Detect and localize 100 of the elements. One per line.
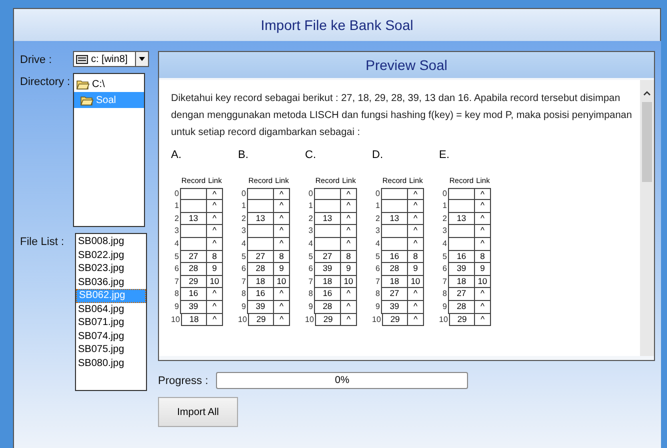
file-item[interactable]: SB075.jpg [76,343,146,356]
table-cell: ^ [274,238,290,251]
table-cell [448,200,475,213]
table-cell: ^ [206,212,223,226]
file-item[interactable]: SB022.jpg [76,248,146,262]
row-index: 7 [442,276,448,288]
table-cell: 16 [180,288,207,301]
file-item[interactable]: SB074.jpg [76,330,146,343]
option-letter: C. [305,149,317,163]
table-cell: ^ [206,288,223,301]
table-cell: 29 [180,276,207,288]
table-cell: ^ [474,212,491,226]
table-cell: ^ [274,188,290,200]
row-index: 10 [238,314,248,326]
table-cell: ^ [408,314,424,326]
table-cell [381,238,408,251]
table-cell: ^ [207,314,223,326]
table-cell [180,188,207,200]
table-cell: ^ [475,314,491,326]
table-cell [448,188,475,200]
folder-icon [76,78,90,90]
table-cell: 16 [247,288,274,301]
table-cell: ^ [340,288,357,301]
table-cell [381,188,408,200]
row-index: 9 [374,300,381,313]
table-cell: 8 [408,250,424,264]
table-cell: ^ [206,188,223,200]
table-cell: ^ [274,288,290,301]
option-letter: B. [238,149,250,163]
table-cell: 18 [314,276,341,288]
row-index: 2 [174,212,180,225]
directory-item[interactable]: C:\ [74,76,144,92]
table-cell: 13 [247,212,274,226]
row-index: 4 [374,238,381,250]
table-cell: 18 [448,276,475,288]
scroll-thumb[interactable] [642,102,652,182]
table-cell: 18 [247,276,274,288]
table-cell: 29 [448,314,476,326]
row-index: 10 [439,314,449,326]
row-index: 1 [174,200,180,212]
row-index: 2 [308,212,314,225]
row-index: 4 [240,238,247,250]
table-cell: 27 [381,288,408,301]
table-cell: 27 [180,250,207,264]
table-cell: 39 [381,300,408,314]
row-index: 9 [308,300,314,313]
table-cell: 27 [448,288,475,301]
row-index: 2 [240,212,247,225]
row-index: 5 [308,250,314,263]
table-cell: 29 [314,314,342,326]
row-index: 5 [174,250,180,263]
drive-dropdown[interactable]: c: [win8] [73,51,149,67]
file-item[interactable]: SB080.jpg [76,356,146,370]
file-item[interactable]: SB064.jpg [76,302,146,316]
table-cell: 8 [274,250,290,264]
table-cell: 16 [381,250,408,264]
row-index: 0 [174,188,180,200]
table-cell: 39 [180,300,207,314]
table-cell: 27 [314,250,341,264]
table-cell: ^ [408,238,424,251]
row-index: 5 [374,250,381,263]
row-index: 5 [240,250,247,263]
row-index: 10 [305,314,315,326]
file-list-label: File List : [20,235,66,250]
row-index: 2 [374,212,381,225]
row-index: 4 [174,238,180,250]
row-index: 9 [240,300,247,313]
scrollbar[interactable] [640,80,654,356]
table-cell: 28 [381,263,408,276]
table-cell: ^ [274,212,290,226]
table-cell: ^ [206,238,223,251]
table-cell: 39 [448,263,475,276]
table-cell: 29 [248,314,274,326]
table-cell: ^ [474,200,491,213]
row-index: 8 [442,288,448,300]
table-cell [180,200,207,213]
row-index: 1 [442,200,448,212]
table-cell: ^ [274,200,290,213]
table-cell: 13 [381,212,408,226]
caret-icon[interactable] [135,52,148,66]
file-item[interactable]: SB008.jpg [76,235,146,248]
window-title: Import File ke Bank Soal [260,17,414,33]
table-cell [448,238,475,251]
table-cell [314,200,341,213]
file-item[interactable]: SB071.jpg [76,316,146,330]
table-cell: ^ [474,225,491,238]
import-all-button[interactable]: Import All [158,397,238,427]
file-item[interactable]: SB023.jpg [76,262,146,276]
file-item[interactable]: SB036.jpg [76,276,146,289]
row-index: 3 [442,225,448,238]
row-index: 6 [308,263,314,276]
table-cell: ^ [274,300,290,314]
table-cell: ^ [408,288,424,301]
table-cell: 10 [474,276,491,288]
table-cell: ^ [206,300,223,314]
table-cell: 9 [408,263,424,276]
row-index: 8 [308,288,314,300]
row-index: 0 [308,188,314,200]
table-cell: ^ [340,238,357,251]
table-cell: 13 [314,212,341,226]
